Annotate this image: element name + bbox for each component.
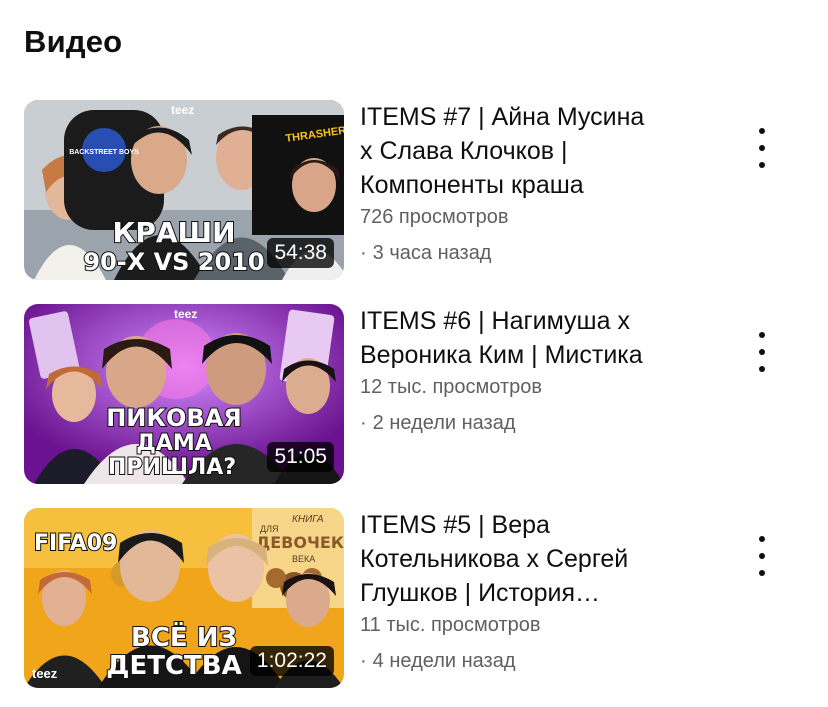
video-age-text: 2 недели назад [372, 412, 516, 434]
video-info[interactable]: ITEMS #7 | Айна Мусина х Слава Клочков |… [360, 100, 720, 267]
video-info[interactable]: ITEMS #5 | Вера Котельникова х Сергей Гл… [360, 508, 720, 675]
video-duration: 51:05 [267, 442, 334, 472]
video-info[interactable]: ITEMS #6 | Нагимуша х Вероника Ким | Мис… [360, 304, 720, 437]
video-item[interactable]: teez ПИКОВАЯ ДАМА ПРИШЛА? 51:05 ITEMS #6… [24, 304, 804, 484]
video-duration: 1:02:22 [249, 646, 334, 676]
video-age: · 3 часа назад [360, 242, 492, 264]
video-thumbnail[interactable]: teez ПИКОВАЯ ДАМА ПРИШЛА? 51:05 [24, 304, 344, 484]
video-title-line: Компоненты краша [360, 171, 584, 199]
thumb-caption-line: ДЕТСТВА [106, 651, 241, 681]
video-title[interactable]: ITEMS #7 | Айна Мусина х Слава Клочков |… [360, 100, 720, 202]
video-title-line: х Слава Клочков | [360, 137, 568, 165]
video-thumbnail[interactable]: teez BACKSTREET BOYS THRASHER КРАШИ 90-Х… [24, 100, 344, 280]
video-views: 12 тыс. просмотров [360, 376, 542, 398]
video-title[interactable]: ITEMS #6 | Нагимуша х Вероника Ким | Мис… [360, 304, 720, 372]
thumb-book-line: ВЕКА [292, 554, 315, 564]
video-title-line: ITEMS #7 | Айна Мусина [360, 103, 645, 131]
more-options-icon[interactable] [750, 128, 774, 168]
thumb-caption-line: ДАМА [136, 431, 212, 456]
thumb-brand: teez [171, 103, 194, 117]
section-title: Видео [24, 24, 123, 59]
thumb-brand: teez [32, 666, 58, 681]
video-views: 11 тыс. просмотров [360, 614, 541, 636]
video-title-line: Вероника Ким | Мистика [360, 341, 643, 369]
thumb-game: FIFA09 [34, 531, 117, 556]
thumb-tshirt-text: BACKSTREET BOYS [69, 149, 139, 156]
video-age: · 2 недели назад [360, 412, 516, 434]
video-title-line: ITEMS #5 | Вера [360, 511, 550, 539]
video-age-text: 3 часа назад [372, 242, 492, 264]
thumb-book-line: ДЕВОЧЕК [256, 533, 344, 552]
thumb-caption-line: ВСЁ ИЗ [131, 621, 237, 653]
thumb-caption-line: КРАШИ [112, 216, 235, 249]
video-item[interactable]: teez BACKSTREET BOYS THRASHER КРАШИ 90-Х… [24, 100, 804, 280]
video-title-line: Котельникова х Сергей [360, 545, 629, 573]
video-title[interactable]: ITEMS #5 | Вера Котельникова х Сергей Гл… [360, 508, 720, 610]
more-options-icon[interactable] [750, 332, 774, 372]
thumb-book-line: КНИГА [292, 514, 324, 525]
video-age-text: 4 недели назад [372, 650, 516, 672]
thumb-caption-line: ПРИШЛА? [108, 455, 236, 480]
video-title-line: ITEMS #6 | Нагимуша х [360, 307, 630, 335]
thumb-caption-line: 90-Х VS 2010 [83, 248, 264, 276]
video-age: · 4 недели назад [360, 650, 516, 672]
more-options-icon[interactable] [750, 536, 774, 576]
video-views: 726 просмотров [360, 206, 509, 228]
video-item[interactable]: FIFA09 КНИГА ДЛЯ ДЕВОЧЕК ВЕКА teez ВСЁ И… [24, 508, 804, 688]
thumb-caption-line: ПИКОВАЯ [106, 404, 242, 432]
thumb-brand: teez [174, 307, 197, 321]
video-thumbnail[interactable]: FIFA09 КНИГА ДЛЯ ДЕВОЧЕК ВЕКА teez ВСЁ И… [24, 508, 344, 688]
video-title-line: Глушков | История… [360, 579, 601, 607]
video-duration: 54:38 [267, 238, 334, 268]
